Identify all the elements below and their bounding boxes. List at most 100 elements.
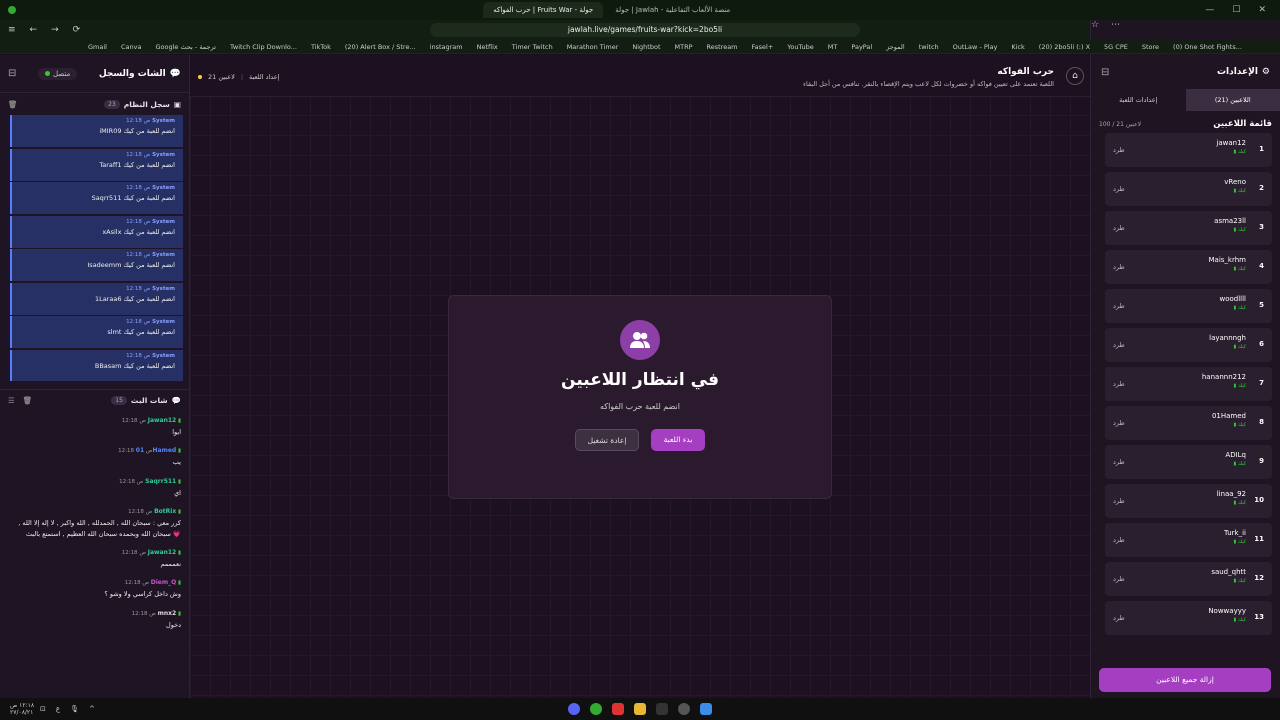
back-icon[interactable]: ← [30,25,38,35]
bookmark-item[interactable]: OutLaw - Play [953,43,998,51]
forward-icon[interactable]: → [51,25,59,35]
trash-icon[interactable]: 🗑 [8,100,18,109]
remove-all-players-button[interactable]: إزالة جميع اللاعبين [1099,668,1271,692]
players-count: 21 لاعبين [208,73,235,81]
start-game-button[interactable]: بدء اللعبة [651,429,705,451]
chat-icon: 💬 [169,68,181,79]
bookmark-item[interactable]: YouTube [787,43,813,51]
bookmark-item[interactable]: Canva [121,43,141,51]
waiting-subtitle: انضم للعبة حرب الفواكه [599,402,681,411]
collapse-panel-icon[interactable]: ⊟ [1101,67,1109,78]
players-icon [620,320,660,360]
live-chat-header: ☰ 🗑 15 شات البث 💬 [0,389,189,411]
menu-icon[interactable]: ≡ [8,25,16,35]
bookmark-item[interactable]: Google ترجمة - بحث [155,43,216,51]
bookmark-item[interactable]: twitch [919,43,939,51]
discord-icon[interactable] [568,703,580,715]
waiting-card: في انتظار اللاعبين انضم للعبة حرب الفواك… [448,295,832,499]
address-bar-row: ≡ ← → ⟳ jawlah.live/games/fruits-war?kic… [0,20,1280,663]
bookmark-item[interactable]: (0) One Shot Fights... [1173,43,1242,51]
chat-message: 12:18 ص Diem_Q ▮ وش داخل كراسي ولا وشو ؟ [104,579,181,599]
windows-start-icon[interactable] [700,703,712,715]
kick-icon: ▮ [177,478,181,485]
mic-icon[interactable]: 🎙 [70,705,79,713]
close-window-icon[interactable]: ✕ [1258,5,1266,15]
reload-icon[interactable]: ⟳ [73,25,81,35]
bookmark-item[interactable]: Store [1142,43,1159,51]
url-field[interactable]: jawlah.live/games/fruits-war?kick=2bo5li [430,23,860,37]
app-root: ⊟ متصل الشات والسجل 💬 🗑 23 سجل النظام ▣ … [0,55,1280,698]
kick-player-button[interactable]: طرد [1113,302,1125,310]
kick-icon: ▮ [177,418,181,424]
home-button[interactable]: ⌂ [1066,67,1084,85]
kick-player-button[interactable]: طرد [1113,224,1125,232]
kick-player-button[interactable]: طرد [1113,146,1125,154]
home-icon: ⌂ [1072,71,1078,81]
app-icon[interactable] [612,703,624,715]
bookmark-item[interactable]: Netflix [477,43,498,51]
bookmark-item[interactable]: Kick [1011,43,1024,51]
system-message: 12:18 ص System slmt انضم للعبة من كيك [10,316,183,348]
bookmark-item[interactable]: TikTok [311,43,331,51]
maximize-icon[interactable]: ☐ [1232,5,1240,15]
player-row: طرد Nowwayyy ▮ كيك 13 [1105,601,1272,635]
kick-player-button[interactable]: طرد [1113,536,1125,544]
bookmark-item[interactable]: (20) 2bo5li (:) X [1039,43,1090,51]
collapse-panel-icon[interactable]: ⊟ [8,68,16,79]
chat-header: ⊟ متصل الشات والسجل 💬 [0,55,189,93]
language-indicator[interactable]: ع [56,705,60,713]
tab-fruits-war[interactable]: حرب الفواكه | Fruits War - جولة [483,2,604,18]
kick-player-button[interactable]: طرد [1113,614,1125,622]
bookmark-item[interactable]: 5G CPE [1104,43,1128,51]
kick-player-button[interactable]: طرد [1113,263,1125,271]
chat-icon: 💬 [171,396,181,405]
chevron-up-icon[interactable]: ^ [89,705,95,713]
bookmark-item[interactable]: Gmail [88,43,107,51]
bookmark-item[interactable]: MTRP [675,43,693,51]
bookmark-item[interactable]: Timer Twitch [512,43,553,51]
player-row: طرد 01Hamed ▮ كيك 8 [1105,406,1272,440]
player-row: طرد Turk_ii ▮ كيك 11 [1105,523,1272,557]
players-list-title: قائمة اللاعبين [1213,119,1272,129]
log-icon: ▣ [173,99,181,109]
filter-icon[interactable]: ☰ [8,396,15,405]
folder-icon[interactable] [634,703,646,715]
kick-player-button[interactable]: طرد [1113,497,1125,505]
tab-game-settings[interactable]: إعدادات اللعبة [1091,89,1186,111]
notifications-icon[interactable]: ⊡ [40,705,46,713]
bookmark-item[interactable]: Nightbot [632,43,660,51]
chrome-icon[interactable] [590,703,602,715]
restart-button[interactable]: إعادة تشغيل [575,429,639,451]
player-row: طرد Mais_krhm ▮ كيك 4 [1105,250,1272,284]
chat-message: 12:18 ص mnx2 ▮ دخول [131,609,181,629]
bookmark-item[interactable]: Marathon Timer [567,43,619,51]
app-icon[interactable] [656,703,668,715]
system-message: 12:18 ص System 1Laraa6 انضم للعبة من كيك [10,282,183,315]
kick-player-button[interactable]: طرد [1113,380,1125,388]
kick-player-button[interactable]: طرد [1113,458,1125,466]
kick-player-button[interactable]: طرد [1113,419,1125,427]
kick-player-button[interactable]: طرد [1113,575,1125,583]
player-row: طرد woodllll ▮ كيك 5 [1105,289,1272,323]
player-row: طرد asma23ll ▮ كيك 3 [1105,211,1272,245]
app-icon[interactable] [678,703,690,715]
minimize-icon[interactable]: — [1205,5,1214,15]
bookmark-item[interactable]: (20) Alert Box / Stre... [345,43,416,51]
bookmark-item[interactable]: Restream [707,43,738,51]
tab-jawlah[interactable]: جولة | Jawlah - منصة الألعاب التفاعلية [605,2,740,18]
trash-icon[interactable]: 🗑 [23,396,33,405]
kick-player-button[interactable]: طرد [1113,185,1125,193]
window-controls-left [0,6,16,14]
kick-player-button[interactable]: طرد [1113,341,1125,349]
bookmark-item[interactable]: PayPal [851,43,872,51]
kick-icon: ▮ [177,448,181,455]
game-status: 21 لاعبين | إعداد اللعبة [198,73,279,81]
bookmark-item[interactable]: MT [828,43,838,51]
tab-players[interactable]: اللاعبين (21) [1185,89,1280,111]
bookmark-item[interactable]: الموجز [886,43,905,51]
bookmark-item[interactable]: Twitch Clip Downlo... [230,43,297,51]
game-settings-link[interactable]: إعداد اللعبة [249,73,279,81]
bookmark-item[interactable]: Fasel+ [752,43,774,51]
system-message: 12:18 ص System Taraff1 انضم للعبة من كيك [10,148,183,181]
bookmark-item[interactable]: instagram [430,43,463,51]
